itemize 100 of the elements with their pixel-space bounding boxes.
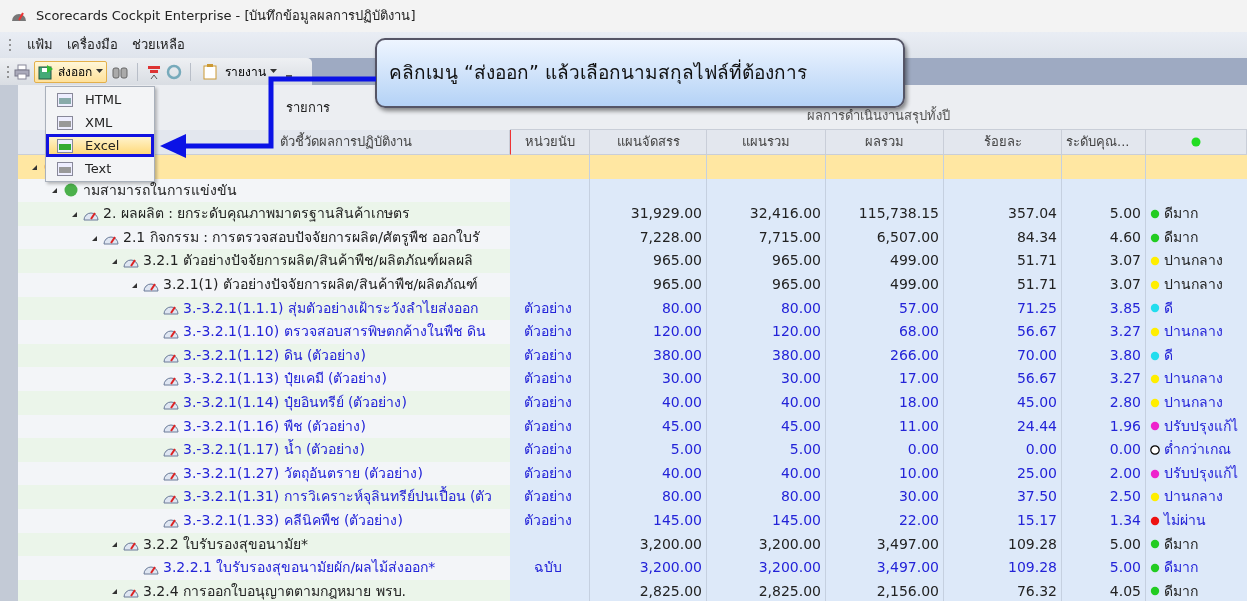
tree-row[interactable]: 3.-3.2.1(1.14) ปุ๋ยอินทรีย์ (ตัวอย่าง) xyxy=(18,390,510,415)
tree-row[interactable]: 3.-3.2.1(1.31) การวิเคราะห์จุลินทรีย์ปนเปื้อน (ตัว xyxy=(18,485,510,509)
table-cell: ตัวอย่าง xyxy=(510,367,590,391)
menu-item[interactable]: XML xyxy=(46,111,154,134)
tree-item-label[interactable]: 3.2.1(1) ตัวอย่างปัจจัยการผลิต/สินค้าพืช/ผลิตภัณฑ์ xyxy=(163,272,479,297)
table-cell: 499.00 xyxy=(826,249,944,273)
tree-item-label[interactable]: 2.1 กิจกรรม : การตรวจสอบปัจจัยการผลิต/ศัตรูพืช ออกใบรั xyxy=(123,225,481,250)
table-cell: 145.00 xyxy=(590,508,707,533)
table-cell: 380.00 xyxy=(590,343,707,368)
print-icon[interactable] xyxy=(14,63,30,80)
tree-item-label[interactable]: 3.-3.2.1(1.33) คลีนิคพืช (ตัวอย่าง) xyxy=(183,508,403,533)
menu-item[interactable]: HTML xyxy=(46,88,154,111)
tree-row[interactable]: 3.2.2 ใบรับรองสุขอนามัย* xyxy=(18,532,510,557)
tree-item-label[interactable]: 3.-3.2.1(1.31) การวิเคราะห์จุลินทรีย์ปนเปื้อน (ตัว xyxy=(183,485,493,509)
tree-row[interactable]: 3.-3.2.1(1.1.1) สุ่มตัวอย่างเฝ้าระวังลำไยส่งออก xyxy=(18,296,510,321)
menu-item[interactable]: Text xyxy=(46,157,154,180)
table-cell: ตัวอย่าง xyxy=(510,414,590,439)
column-header[interactable]: หน่วยนับ xyxy=(510,130,590,155)
window-title: Scorecards Cockpit Enterprise - [บันทึกข้อมูลผลการปฏิบัติงาน] xyxy=(36,7,416,26)
save-icon xyxy=(38,63,54,80)
tree-row[interactable]: 3.-3.2.1(1.16) พืช (ตัวอย่าง) xyxy=(18,414,510,439)
status-label: ดีมาก xyxy=(1164,558,1198,578)
menu-item[interactable]: เครื่องมือ xyxy=(60,35,125,55)
status-label: ปานกลาง xyxy=(1164,487,1223,507)
tree-row[interactable]: ามสามารถในการแข่งขัน xyxy=(18,178,510,203)
tree-row[interactable]: 3.-3.2.1(1.10) ตรวจสอบสารพิษตกค้างในพืช ดิน xyxy=(18,320,510,344)
table-cell: 2,156.00 xyxy=(826,579,944,601)
menu-item[interactable]: ช่วยเหลือ xyxy=(125,35,192,55)
table-cell: 120.00 xyxy=(590,320,707,344)
tree-item-label[interactable]: 3.-3.2.1(1.14) ปุ๋ยอินทรีย์ (ตัวอย่าง) xyxy=(183,390,407,415)
column-header[interactable]: ตัวชี้วัดผลการปฏิบัติงาน xyxy=(280,132,412,152)
table-cell: 40.00 xyxy=(707,390,826,415)
tree-row[interactable]: 3.2.2.1 ใบรับรองสุขอนามัยผัก/ผลไม้ส่งออก* xyxy=(18,556,510,580)
table-cell: 965.00 xyxy=(707,272,826,297)
tree-item-label[interactable]: 3.-3.2.1(1.16) พืช (ตัวอย่าง) xyxy=(183,414,366,439)
status-label: ปานกลาง xyxy=(1164,369,1223,389)
table-cell: 3,200.00 xyxy=(590,532,707,557)
table-cell: 2,825.00 xyxy=(707,579,826,601)
column-header[interactable]: แผนรวม xyxy=(707,130,826,155)
tree-item-label[interactable]: 3.-3.2.1(1.17) น้ำ (ตัวอย่าง) xyxy=(183,438,365,462)
table-cell: 37.50 xyxy=(944,485,1062,509)
table-cell: 357.04 xyxy=(944,202,1062,226)
tree-row[interactable]: 3.-3.2.1(1.17) น้ำ (ตัวอย่าง) xyxy=(18,438,510,462)
tree-item-label[interactable]: 3.-3.2.1(1.13) ปุ๋ยเคมี (ตัวอย่าง) xyxy=(183,367,387,391)
table-cell: 3.27 xyxy=(1062,320,1146,344)
status-label: ดีมาก xyxy=(1164,227,1198,247)
tree-item-label[interactable]: 3.-3.2.1(1.1.1) สุ่มตัวอย่างเฝ้าระวังลำไยส่งออก xyxy=(183,296,479,321)
table-cell: 80.00 xyxy=(707,485,826,509)
status-label: ดีมาก xyxy=(1164,581,1198,601)
tree-row[interactable]: 3.-3.2.1(1.27) วัตถุอันตราย (ตัวอย่าง) xyxy=(18,461,510,486)
table-cell: 3,200.00 xyxy=(707,556,826,580)
table-cell: 57.00 xyxy=(826,296,944,321)
column-header[interactable]: แผนจัดสรร xyxy=(590,130,707,155)
column-header[interactable]: ระดับคุณ... xyxy=(1062,130,1146,155)
table-cell: 30.00 xyxy=(707,367,826,391)
column-header[interactable]: ผลรวม xyxy=(826,130,944,155)
menu-item[interactable]: แฟ้ม xyxy=(20,35,60,55)
table-cell: 45.00 xyxy=(944,390,1062,415)
file-type-icon xyxy=(57,138,73,153)
file-type-icon xyxy=(57,161,73,176)
caret-icon xyxy=(96,69,103,74)
tree-item-label[interactable]: ามสามารถในการแข่งขัน xyxy=(83,178,237,203)
tree-row[interactable]: 3.2.1 ตัวอย่างปัจจัยการผลิต/สินค้าพืช/ผลิตภัณฑ์ผลผลิ xyxy=(18,249,510,273)
table-cell: 0.00 xyxy=(1062,438,1146,462)
tree-item-label[interactable]: 3.2.1 ตัวอย่างปัจจัยการผลิต/สินค้าพืช/ผลิตภัณฑ์ผลผลิ xyxy=(143,249,473,273)
tree-item-label[interactable]: 3.-3.2.1(1.10) ตรวจสอบสารพิษตกค้างในพืช ดิน xyxy=(183,320,487,344)
table-cell: 71.25 xyxy=(944,296,1062,321)
tree-item-label[interactable]: 2. ผลผลิต : ยกระดับคุณภาพมาตรฐานสินค้าเกษตร xyxy=(103,202,411,226)
table-cell: 0.00 xyxy=(944,438,1062,462)
tree-row[interactable]: 3.-3.2.1(1.13) ปุ๋ยเคมี (ตัวอย่าง) xyxy=(18,367,510,391)
table-cell: 15.17 xyxy=(944,508,1062,533)
filter-icon[interactable] xyxy=(146,63,162,80)
tree-row[interactable]: 3.2.4 การออกใบอนุญาตตามกฎหมาย พรบ. xyxy=(18,579,510,601)
tree-item-label[interactable]: 3.2.4 การออกใบอนุญาตตามกฎหมาย พรบ. xyxy=(143,579,406,601)
tree-item-label[interactable]: 3.-3.2.1(1.27) วัตถุอันตราย (ตัวอย่าง) xyxy=(183,461,423,486)
table-cell: 965.00 xyxy=(590,249,707,273)
table-cell: 3,200.00 xyxy=(707,532,826,557)
tree-row[interactable]: 3.2.1(1) ตัวอย่างปัจจัยการผลิต/สินค้าพืช/ผลิตภัณฑ์ xyxy=(18,272,510,297)
tree-row[interactable]: 2. ผลผลิต : ยกระดับคุณภาพมาตรฐานสินค้าเกษตร xyxy=(18,202,510,226)
tree-item-label[interactable]: 3.-3.2.1(1.12) ดิน (ตัวอย่าง) xyxy=(183,343,366,368)
report-button[interactable]: รายงาน xyxy=(199,60,281,83)
tree-row[interactable]: 3.-3.2.1(1.33) คลีนิคพืช (ตัวอย่าง) xyxy=(18,508,510,533)
table-cell: 6,507.00 xyxy=(826,225,944,250)
export-button[interactable]: ส่งออก xyxy=(34,60,107,83)
tree-item-label[interactable]: 3.2.2.1 ใบรับรองสุขอนามัยผัก/ผลไม้ส่งออก* xyxy=(163,556,436,580)
circle-icon xyxy=(63,183,79,198)
tree-row[interactable]: 3.-3.2.1(1.12) ดิน (ตัวอย่าง) xyxy=(18,343,510,368)
table-cell: 2.00 xyxy=(1062,461,1146,486)
table-cell: 2.50 xyxy=(1062,485,1146,509)
table-cell: 499.00 xyxy=(826,272,944,297)
table-cell: 3.80 xyxy=(1062,343,1146,368)
table-cell: 40.00 xyxy=(590,461,707,486)
menu-item[interactable]: Excel xyxy=(46,134,154,157)
table-cell: 3.27 xyxy=(1062,367,1146,391)
tree-item-label[interactable]: 3.2.2 ใบรับรองสุขอนามัย* xyxy=(143,532,309,557)
column-header[interactable]: รายการ xyxy=(286,97,330,118)
tree-row[interactable]: 2.1 กิจกรรม : การตรวจสอบปัจจัยการผลิต/ศัตรูพืช ออกใบรั xyxy=(18,225,510,250)
column-header[interactable]: ร้อยละ xyxy=(944,130,1062,155)
table-cell: 4.05 xyxy=(1062,579,1146,601)
table-cell: 2.80 xyxy=(1062,390,1146,415)
